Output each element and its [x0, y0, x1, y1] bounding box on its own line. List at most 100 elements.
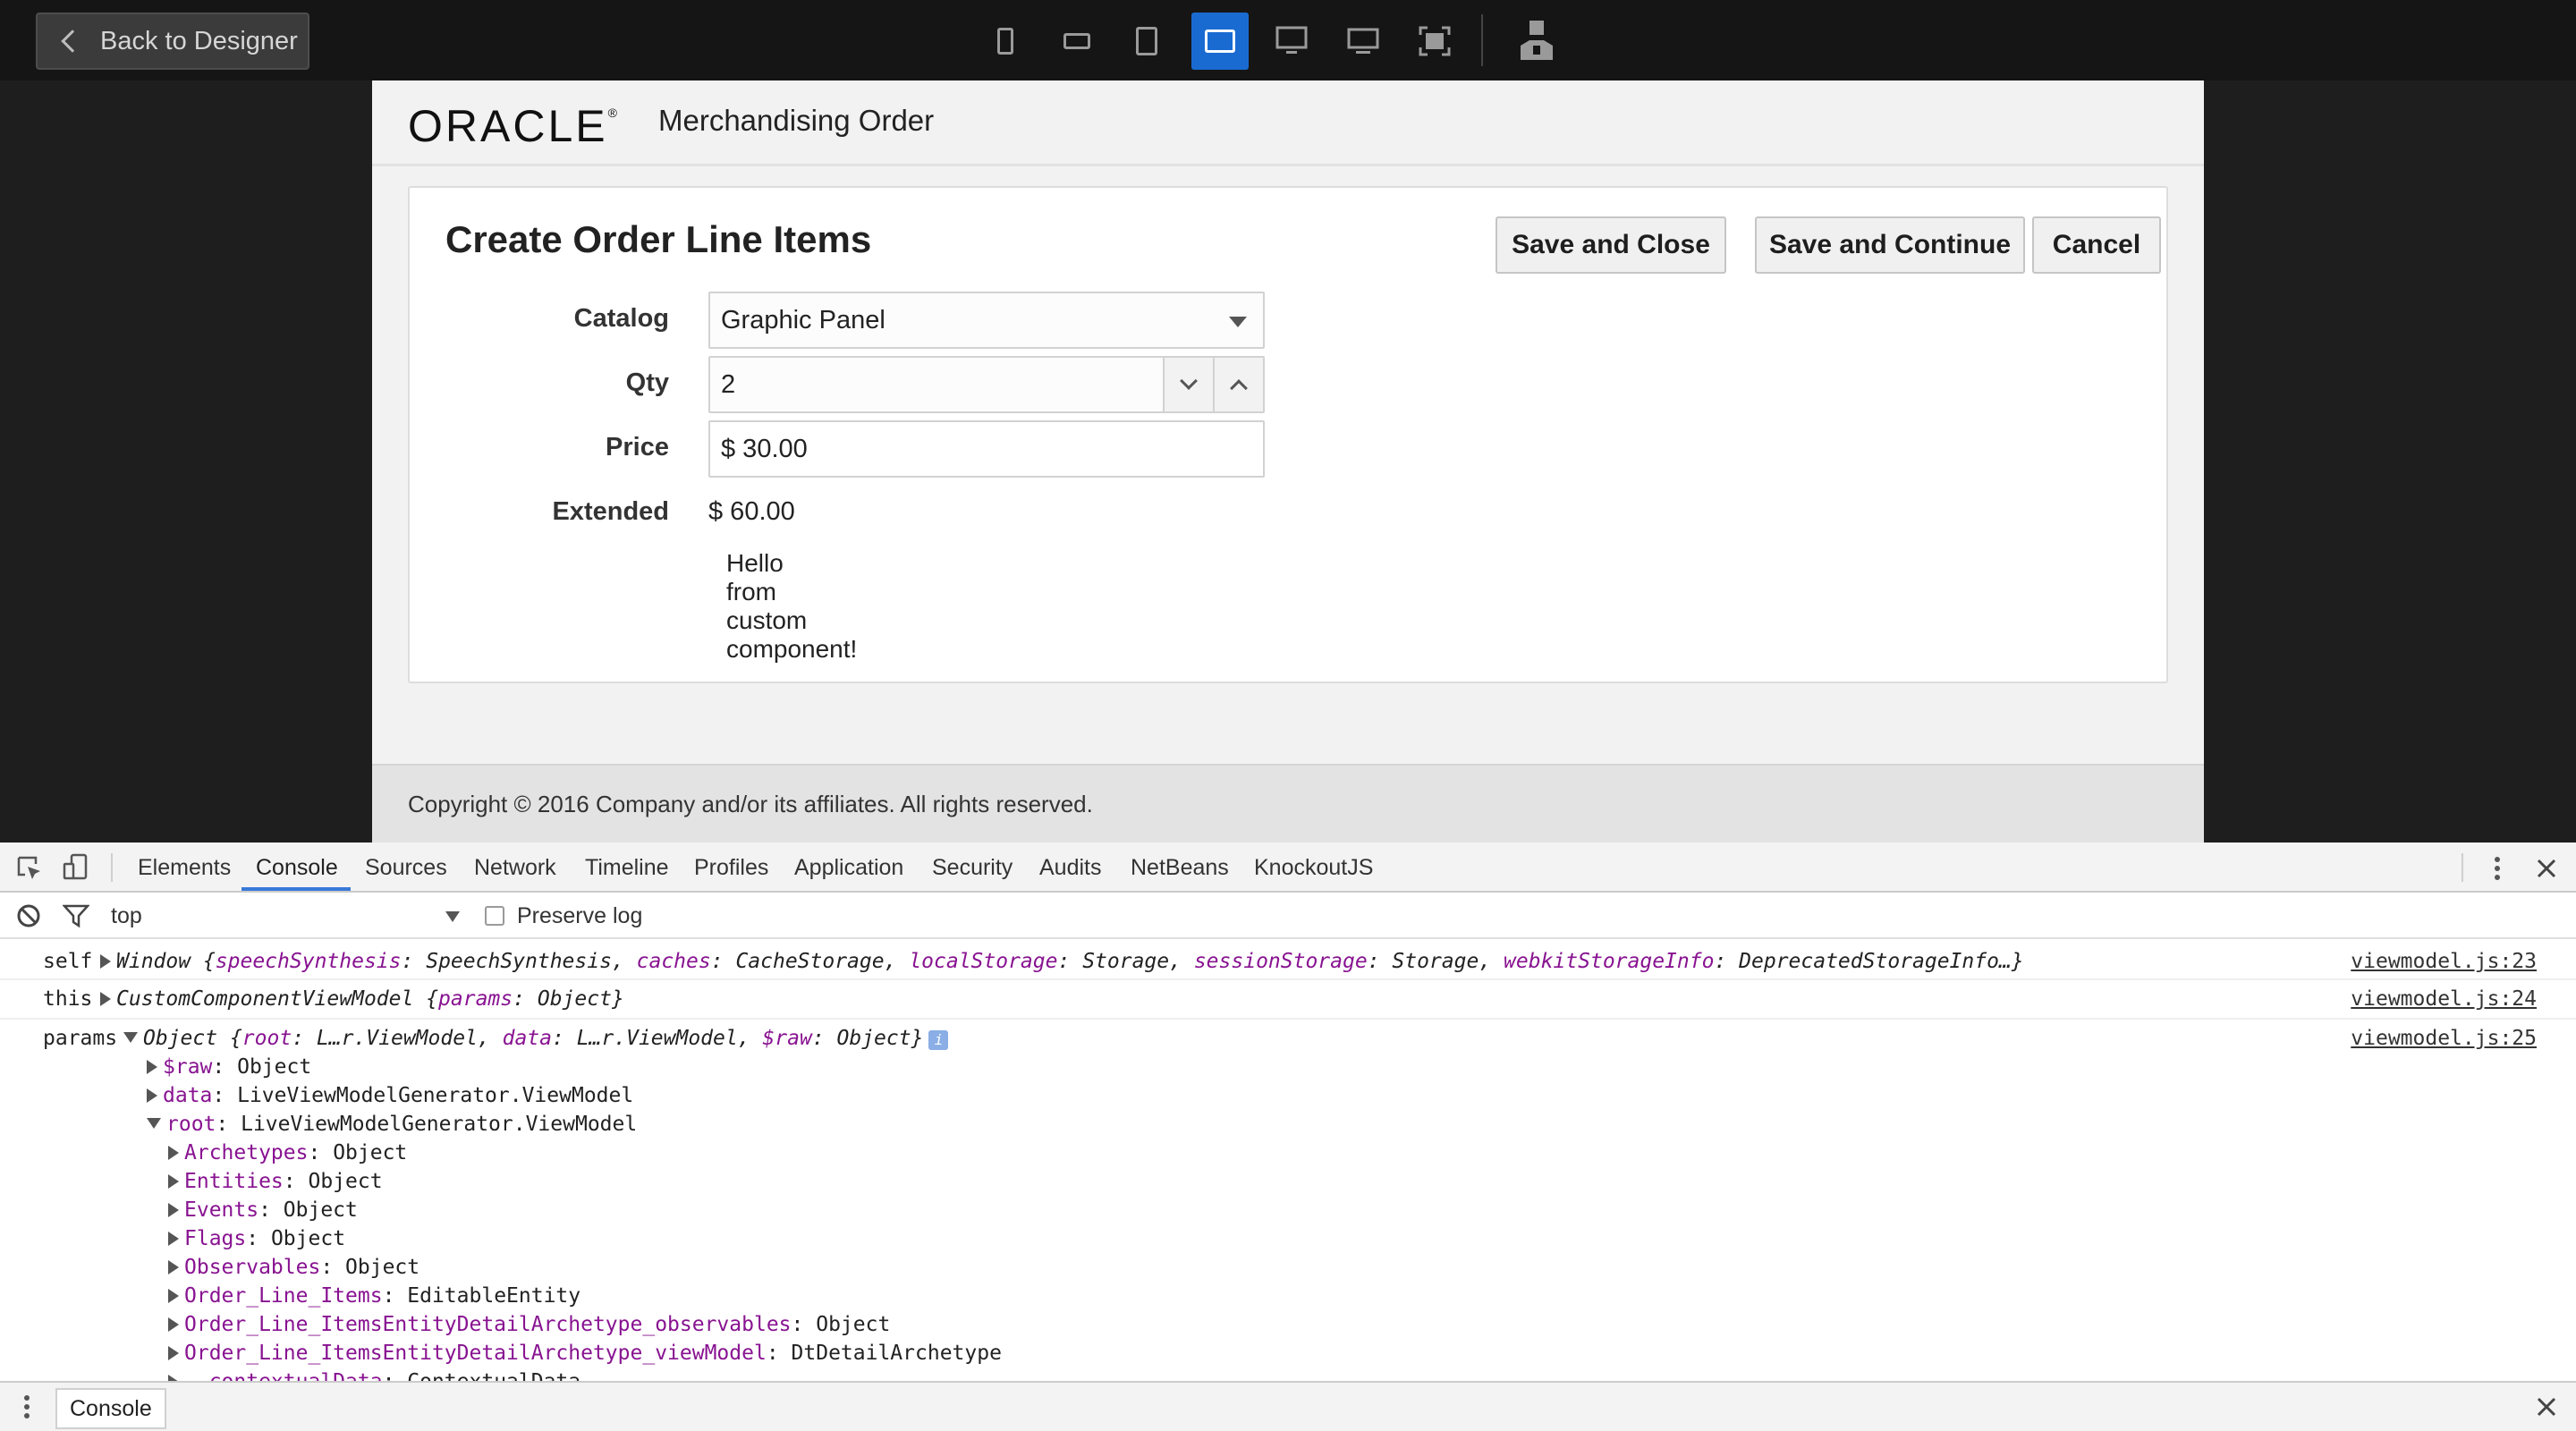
custom-line: component!	[726, 635, 858, 663]
preserve-log-checkbox[interactable]	[485, 906, 504, 926]
tab-audits[interactable]: Audits	[1039, 855, 1101, 881]
monitor-icon[interactable]	[1263, 13, 1320, 70]
inspect-element-icon[interactable]	[16, 855, 43, 882]
tab-security[interactable]: Security	[932, 855, 1013, 881]
caret-down-icon[interactable]	[445, 911, 460, 922]
tab-console[interactable]: Console	[256, 855, 338, 881]
phone-landscape-icon[interactable]	[1048, 13, 1106, 70]
tree-item[interactable]: Order_Line_ItemsEntityDetailArchetype_vi…	[168, 1342, 1002, 1365]
expand-arrow-icon[interactable]	[147, 1088, 157, 1103]
expand-arrow-icon[interactable]	[168, 1146, 179, 1160]
phone-portrait-icon[interactable]	[977, 13, 1034, 70]
order-line-items-form: Create Order Line Items Save and Close S…	[408, 186, 2168, 683]
tree-item[interactable]: Order_Line_Items: EditableEntity	[168, 1284, 580, 1308]
filter-icon[interactable]	[63, 903, 89, 928]
desktop-icon[interactable]	[1335, 13, 1392, 70]
form-title: Create Order Line Items	[445, 218, 872, 260]
drawer-menu-icon[interactable]	[20, 1393, 34, 1420]
log-object[interactable]: CustomComponentViewModel {params: Object…	[100, 987, 624, 1011]
price-input[interactable]: $ 30.00	[708, 420, 1265, 478]
toolbar-divider	[1481, 14, 1483, 66]
qty-increment-button[interactable]	[1213, 358, 1263, 411]
preserve-log-label: Preserve log	[517, 903, 643, 928]
tree-item[interactable]: Order_Line_ItemsEntityDetailArchetype_ob…	[168, 1313, 890, 1336]
more-options-icon[interactable]	[2485, 855, 2510, 882]
user-icon[interactable]	[1508, 13, 1565, 70]
oracle-logo: ORACLE®	[408, 101, 620, 151]
save-and-continue-button[interactable]: Save and Continue	[1755, 216, 2025, 274]
log-object[interactable]: Window {speechSynthesis: SpeechSynthesis…	[100, 950, 2024, 973]
tree-item[interactable]: Flags: Object	[168, 1227, 345, 1250]
qty-label: Qty	[625, 368, 669, 397]
expand-arrow-icon[interactable]	[147, 1060, 157, 1074]
console-log-row: self Window {speechSynthesis: SpeechSynt…	[0, 944, 2576, 980]
expand-arrow-icon[interactable]	[168, 1232, 179, 1246]
expand-arrow-icon[interactable]	[100, 954, 111, 969]
source-link[interactable]: viewmodel.js:24	[2351, 987, 2537, 1011]
tab-elements[interactable]: Elements	[138, 855, 231, 881]
tab-profiles[interactable]: Profiles	[694, 855, 768, 881]
tab-knockoutjs[interactable]: KnockoutJS	[1254, 855, 1373, 881]
chevron-down-icon	[1180, 372, 1198, 390]
preview-toolbar: Back to Designer	[0, 0, 2576, 80]
back-to-designer-button[interactable]: Back to Designer	[36, 13, 309, 70]
expand-arrow-icon[interactable]	[168, 1317, 179, 1332]
custom-line: from	[726, 578, 776, 605]
context-selector[interactable]: top	[111, 903, 142, 929]
source-link[interactable]: viewmodel.js:25	[2351, 1027, 2537, 1050]
tree-item[interactable]: $raw: Object	[147, 1055, 311, 1079]
info-icon[interactable]: i	[928, 1030, 949, 1050]
qty-decrement-button[interactable]	[1163, 358, 1213, 411]
fullscreen-icon[interactable]	[1406, 13, 1463, 70]
price-value: $ 30.00	[721, 434, 808, 463]
app-title: Merchandising Order	[658, 104, 935, 137]
tab-network[interactable]: Network	[474, 855, 556, 881]
extended-label: Extended	[552, 497, 669, 526]
qty-value: 2	[721, 369, 736, 399]
tree-item[interactable]: Archetypes: Object	[168, 1141, 407, 1164]
collapse-arrow-icon[interactable]	[123, 1032, 138, 1043]
tab-netbeans[interactable]: NetBeans	[1131, 855, 1229, 881]
custom-line: Hello	[726, 549, 784, 577]
save-and-close-button[interactable]: Save and Close	[1496, 216, 1726, 274]
tab-application[interactable]: Application	[794, 855, 903, 881]
close-icon[interactable]	[2535, 857, 2558, 880]
collapse-arrow-icon[interactable]	[147, 1118, 161, 1129]
price-label: Price	[606, 433, 669, 461]
expand-arrow-icon[interactable]	[100, 992, 111, 1006]
devtools-panel: Elements Console Sources Network Timelin…	[0, 843, 2576, 1431]
tablet-portrait-icon[interactable]	[1118, 13, 1175, 70]
clear-console-icon[interactable]	[16, 903, 41, 928]
expand-arrow-icon[interactable]	[168, 1289, 179, 1303]
app-footer: Copyright © 2016 Company and/or its affi…	[372, 764, 2204, 843]
cancel-button[interactable]: Cancel	[2032, 216, 2161, 274]
chevron-left-icon	[61, 30, 84, 53]
preview-canvas: ORACLE® Merchandising Order Create Order…	[372, 80, 2204, 843]
qty-stepper[interactable]: 2	[708, 356, 1265, 413]
catalog-select[interactable]: Graphic Panel	[708, 292, 1265, 349]
log-object[interactable]: Object {root: L…r.ViewModel, data: L…r.V…	[123, 1027, 949, 1050]
expand-arrow-icon[interactable]	[168, 1174, 179, 1189]
source-link[interactable]: viewmodel.js:23	[2351, 950, 2537, 973]
copyright-text: Copyright © 2016 Company and/or its affi…	[408, 791, 1093, 817]
drawer-tab-console[interactable]: Console	[55, 1388, 166, 1429]
tree-item[interactable]: data: LiveViewModelGenerator.ViewModel	[147, 1084, 633, 1107]
expand-arrow-icon[interactable]	[168, 1346, 179, 1360]
catalog-label: Catalog	[573, 304, 669, 333]
tab-sources[interactable]: Sources	[365, 855, 447, 881]
tablet-landscape-icon[interactable]	[1191, 13, 1249, 70]
device-mode-icon[interactable]	[63, 853, 89, 882]
close-drawer-icon[interactable]	[2535, 1395, 2558, 1418]
expand-arrow-icon[interactable]	[168, 1260, 179, 1274]
tree-item[interactable]: Entities: Object	[168, 1170, 383, 1193]
tree-item[interactable]: Events: Object	[168, 1198, 358, 1222]
extended-value: $ 60.00	[708, 497, 795, 526]
tree-item[interactable]: root: LiveViewModelGenerator.ViewModel	[147, 1113, 637, 1136]
tab-divider	[2462, 853, 2463, 882]
tab-divider	[111, 853, 113, 882]
console-log-row: params Object {root: L…r.ViewModel, data…	[0, 1021, 2576, 1393]
tree-item[interactable]: Observables: Object	[168, 1256, 419, 1279]
tab-timeline[interactable]: Timeline	[585, 855, 669, 881]
expand-arrow-icon[interactable]	[168, 1203, 179, 1217]
back-button-label: Back to Designer	[100, 26, 298, 55]
